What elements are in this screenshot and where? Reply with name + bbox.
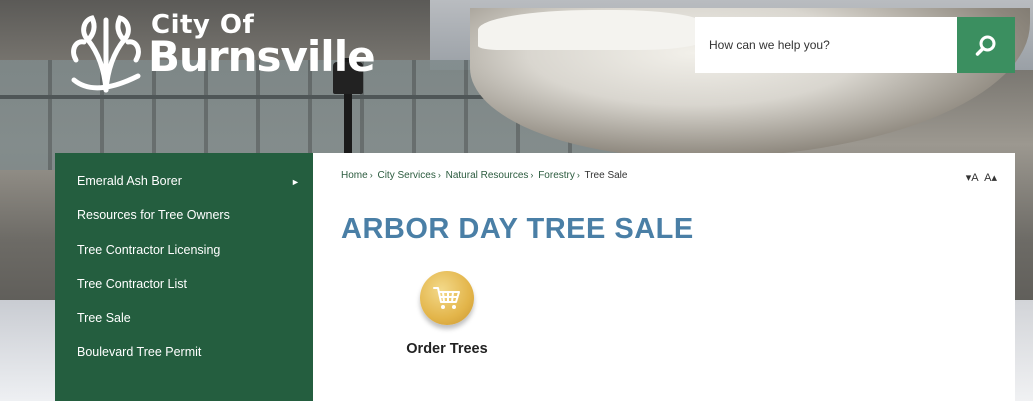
sidebar-item-boulevard-tree-permit[interactable]: Boulevard Tree Permit — [77, 345, 201, 359]
decrease-text-button[interactable]: ▾A — [966, 172, 979, 184]
increase-text-button[interactable]: A▴ — [984, 172, 997, 184]
sidebar-item-tree-contractor-list[interactable]: Tree Contractor List — [77, 277, 187, 291]
breadcrumb-city-services[interactable]: City Services — [377, 170, 435, 181]
breadcrumb-current: Tree Sale — [584, 170, 628, 181]
page-title: ARBOR DAY TREE SALE — [341, 213, 694, 245]
leaf-logo-icon — [71, 15, 141, 93]
breadcrumb-forestry[interactable]: Forestry — [538, 170, 575, 181]
sidebar-item-label: Boulevard Tree Permit — [77, 345, 202, 359]
search-button[interactable] — [957, 17, 1015, 73]
text-resize-controls: ▾A A▴ — [966, 171, 997, 184]
breadcrumb: Home › City Services › Natural Resources › … — [341, 170, 628, 181]
search-bar — [695, 17, 1015, 73]
sidebar-item-emerald-ash-borer[interactable]: Emerald Ash Borer — [77, 174, 182, 188]
sidebar-item-label: Tree Contractor List — [77, 277, 187, 291]
order-trees-link[interactable]: Order Trees — [397, 271, 497, 357]
sidebar-item-label: Resources for Tree Owners — [77, 208, 230, 222]
search-input[interactable] — [695, 17, 957, 73]
breadcrumb-natural-resources[interactable]: Natural Resources — [446, 170, 529, 181]
sidebar-item-tree-contractor-licensing[interactable]: Tree Contractor Licensing — [77, 243, 220, 257]
sidebar-item-label: Tree Sale — [77, 311, 131, 325]
breadcrumb-home[interactable]: Home — [341, 170, 368, 181]
search-icon — [975, 35, 996, 56]
sidebar-item-tree-sale[interactable]: Tree Sale — [77, 311, 131, 325]
sidebar-item-resources-for-tree-owners[interactable]: Resources for Tree Owners — [77, 208, 230, 222]
chevron-right-icon[interactable]: ► — [291, 174, 300, 188]
sidebar-item-label: Tree Contractor Licensing — [77, 243, 221, 257]
brand-name: Burnsville — [148, 32, 376, 81]
sidebar-nav: Emerald Ash Borer ► Resources for Tree O… — [55, 153, 313, 401]
main-content: Home › City Services › Natural Resources › … — [313, 153, 1015, 401]
order-trees-label: Order Trees — [406, 341, 488, 357]
city-logo[interactable]: City Of Burnsville — [66, 6, 376, 96]
sidebar-item-label: Emerald Ash Borer — [77, 174, 182, 188]
order-icon-circle — [420, 271, 474, 325]
shopping-cart-icon — [433, 287, 460, 309]
